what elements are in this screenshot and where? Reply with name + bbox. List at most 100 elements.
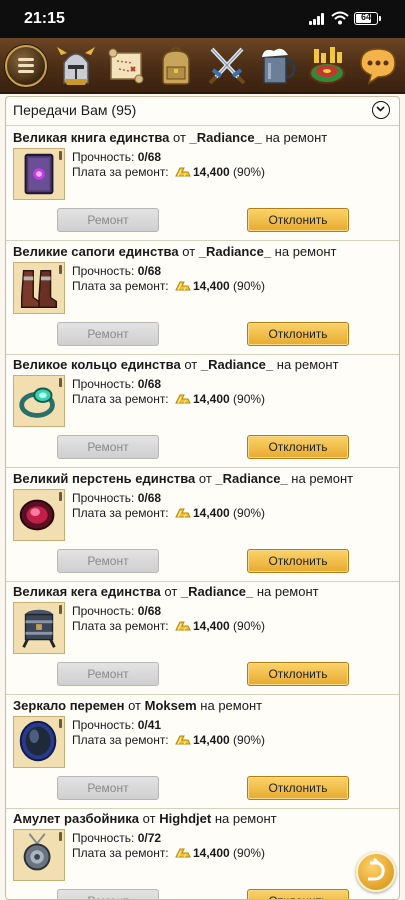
fee-value: 14,400 (193, 392, 230, 406)
reject-button[interactable]: Отклонить (247, 208, 349, 232)
durability-label: Прочность: (72, 150, 135, 164)
item-name: Зеркало перемен (13, 697, 125, 713)
reject-button[interactable]: Отклонить (247, 889, 349, 899)
fee-label: Плата за ремонт: (72, 732, 169, 747)
scroll-map-icon[interactable] (105, 43, 147, 87)
item-name: Великий перстень единства (13, 470, 196, 486)
reject-button[interactable]: Отклонить (247, 435, 349, 459)
from-word: от (184, 357, 198, 372)
reject-button[interactable]: Отклонить (247, 548, 349, 573)
purpose-text: на ремонт (265, 130, 328, 145)
battery-level: 64 (360, 12, 371, 22)
purpose-text: на ремонт (256, 584, 319, 599)
book-icon (24, 153, 54, 195)
sender-name[interactable]: _Radiance_ (201, 357, 273, 372)
item-title: Великий перстень единства от _Radiance_ … (13, 471, 353, 486)
from-word: от (142, 811, 156, 826)
repair-button[interactable]: Ремонт (57, 435, 159, 459)
repair-button[interactable]: Ремонт (57, 548, 159, 573)
panel-title: Передачи Вам (95) (13, 102, 137, 118)
reject-button[interactable]: Отклонить (247, 321, 349, 346)
item-name: Великая книга единства (13, 130, 170, 145)
boots-icon (20, 269, 58, 308)
durability-label: Прочность: (72, 717, 135, 732)
durability-label: Прочность: (72, 831, 135, 845)
durability-value: 0/68 (137, 377, 162, 391)
durability-value: 0/72 (137, 831, 162, 845)
helmet-icon[interactable] (55, 43, 97, 87)
ring-icon (19, 387, 55, 418)
tavern-mug-icon[interactable] (256, 43, 298, 87)
durability-row: Прочность: 0/68 (72, 604, 161, 618)
signal-icon (309, 13, 327, 25)
repair-button[interactable]: Ремонт (57, 889, 159, 899)
fee-label: Плата за ремонт: (72, 392, 169, 406)
reject-button[interactable]: Отклонить (247, 662, 349, 686)
gold-icon (175, 621, 191, 631)
fee-percent: (90%) (233, 619, 266, 633)
transfer-item: Великая кега единства от _Radiance_ на р… (6, 580, 399, 695)
reject-button[interactable]: Отклонить (247, 775, 349, 800)
fee-value: 14,400 (193, 846, 230, 860)
gold-icon (175, 394, 191, 404)
repair-button[interactable]: Ремонт (57, 208, 159, 232)
repair-button[interactable]: Ремонт (57, 775, 159, 800)
item-title: Зеркало перемен от Moksem на ремонт (13, 698, 262, 713)
sender-name[interactable]: _Radiance_ (181, 584, 253, 599)
sender-name[interactable]: Moksem (145, 698, 197, 713)
backpack-icon[interactable] (155, 43, 197, 87)
durability-row: Прочность: 0/68 (72, 377, 161, 391)
crossed-swords-icon[interactable] (206, 43, 248, 87)
item-image[interactable] (13, 829, 65, 881)
repair-button[interactable]: Ремонт (57, 321, 159, 346)
roulette-icon[interactable] (306, 43, 348, 87)
from-word: от (164, 584, 178, 599)
gold-icon (175, 848, 191, 858)
item-tag-icon (59, 264, 62, 274)
item-tag-icon (59, 378, 62, 387)
sender-name[interactable]: _Radiance_ (199, 244, 271, 259)
chat-icon[interactable] (357, 43, 399, 87)
amulet-icon (23, 833, 51, 871)
item-image[interactable] (13, 261, 65, 314)
fee-percent: (90%) (233, 165, 266, 179)
fee-row: Плата за ремонт: 14,400 (90%) (72, 619, 265, 633)
durability-value: 0/41 (137, 717, 162, 732)
item-image[interactable] (13, 715, 65, 768)
fee-value: 14,400 (193, 165, 230, 179)
menu-icon[interactable] (5, 45, 47, 87)
fee-label: Плата за ремонт: (72, 505, 169, 520)
chevron-down-icon[interactable] (372, 101, 390, 119)
fee-percent: (90%) (233, 732, 266, 747)
sender-name[interactable]: Highdjet (159, 811, 211, 826)
repair-button[interactable]: Ремонт (57, 662, 159, 686)
durability-row: Прочность: 0/72 (72, 831, 161, 845)
item-title: Великое кольцо единства от _Radiance_ на… (13, 357, 339, 372)
fee-value: 14,400 (193, 505, 230, 520)
item-tag-icon (59, 151, 62, 160)
sender-name[interactable]: _Radiance_ (215, 471, 287, 486)
item-image[interactable] (13, 148, 65, 200)
gold-icon (175, 167, 191, 177)
transfer-item: Великий перстень единства от _Radiance_ … (6, 467, 399, 582)
gold-icon (175, 735, 191, 744)
transfer-item: Великая книга единства от _Radiance_ на … (6, 126, 399, 241)
item-title: Великая кега единства от _Radiance_ на р… (13, 584, 319, 599)
panel-header[interactable]: Передачи Вам (95) (6, 97, 399, 126)
top-navigation (0, 38, 405, 94)
fee-row: Плата за ремонт: 14,400 (90%) (72, 279, 265, 293)
item-tag-icon (59, 605, 62, 614)
sender-name[interactable]: _Radiance_ (190, 130, 262, 145)
item-name: Амулет разбойника (13, 811, 140, 826)
item-image[interactable] (13, 602, 65, 654)
fee-percent: (90%) (233, 505, 266, 520)
purpose-text: на ремонт (276, 357, 339, 372)
durability-label: Прочность: (72, 263, 135, 278)
item-image[interactable] (13, 488, 65, 541)
back-icon[interactable] (356, 852, 396, 892)
fee-value: 14,400 (193, 278, 230, 293)
item-image[interactable] (13, 375, 65, 427)
transfer-item: Зеркало перемен от Moksem на ремонт Проч… (6, 694, 399, 809)
item-name: Великое кольцо единства (13, 357, 181, 372)
purpose-text: на ремонт (291, 470, 354, 486)
